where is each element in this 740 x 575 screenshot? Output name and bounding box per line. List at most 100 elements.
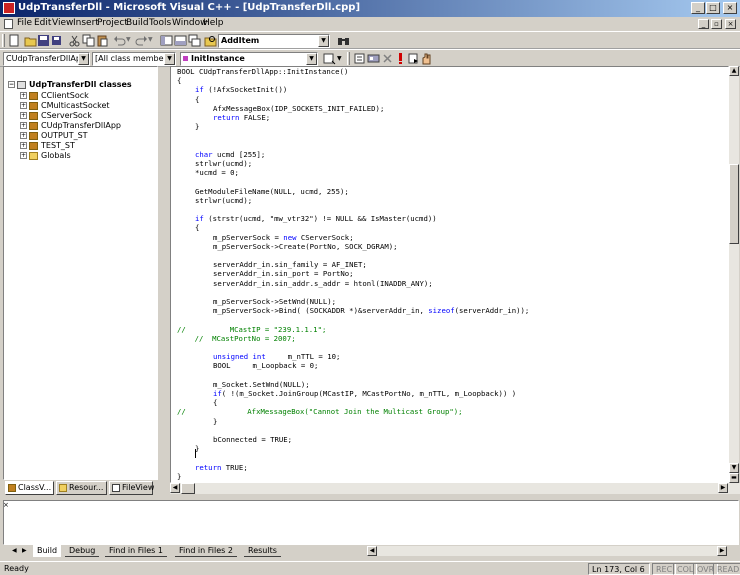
wizard-bar: CUdpTransferDllApp ▼ [All class members]… — [0, 49, 740, 67]
code-line: if (strstr(ucmd, "mw_vtr32") != NULL && … — [195, 214, 437, 224]
undo-dropdown-icon[interactable]: ▼ — [126, 36, 131, 43]
menu-insert[interactable]: Insert — [73, 18, 99, 28]
scroll-right-icon[interactable]: ▶ — [718, 483, 728, 493]
expand-icon[interactable]: + — [20, 112, 27, 119]
open-folder-icon[interactable] — [24, 34, 37, 47]
menu-help[interactable]: Help — [203, 18, 224, 28]
tree-item-label: TEST_ST — [41, 141, 75, 150]
scroll-thumb[interactable] — [729, 164, 739, 244]
tree-root[interactable]: − UdpTransferDll classes — [8, 79, 132, 90]
scroll-down-icon[interactable]: ▼ — [729, 463, 739, 473]
toolbar-grip[interactable] — [347, 52, 350, 65]
struct-icon — [29, 141, 38, 150]
execute-icon[interactable] — [394, 52, 407, 65]
split-icon[interactable]: ▬ — [729, 473, 739, 483]
build-icon[interactable] — [367, 52, 380, 65]
tab-classview[interactable]: ClassV... — [5, 481, 54, 495]
tree-item-label: CUdpTransferDllApp — [41, 121, 121, 130]
method-icon — [183, 56, 188, 61]
tab-results[interactable]: Results — [244, 545, 281, 557]
tree-item-label: CMulticastSocket — [41, 101, 110, 110]
output-close-icon[interactable]: × — [3, 501, 9, 509]
mdi-restore-button[interactable]: ▫ — [711, 19, 722, 29]
tab-debug[interactable]: Debug — [65, 545, 100, 557]
new-file-icon[interactable] — [8, 34, 21, 47]
expand-icon[interactable]: + — [20, 152, 27, 159]
menu-edit[interactable]: Edit — [34, 18, 51, 28]
chevron-down-icon[interactable]: ▼ — [306, 53, 317, 65]
scroll-left-icon[interactable]: ◀ — [367, 546, 377, 556]
collapse-icon[interactable]: − — [8, 81, 15, 88]
wizard-dropdown-icon[interactable]: ▼ — [337, 55, 342, 62]
close-button[interactable]: × — [723, 2, 737, 14]
tree-item-label: Globals — [41, 151, 71, 160]
workspace-icon[interactable] — [160, 34, 173, 47]
go-icon[interactable] — [407, 52, 420, 65]
binoculars-icon[interactable] — [337, 34, 350, 47]
menu-project[interactable]: Project — [97, 18, 128, 28]
code-line: BOOL m_Loopback = 0; — [213, 361, 319, 371]
redo-icon[interactable] — [135, 34, 148, 47]
output-window[interactable]: × — [3, 500, 739, 545]
chevron-down-icon[interactable]: ▼ — [78, 53, 89, 65]
class-combo[interactable]: CUdpTransferDllApp ▼ — [3, 52, 90, 66]
expand-icon[interactable]: + — [20, 132, 27, 139]
menu-file[interactable]: File — [17, 18, 32, 28]
code-line: AfxMessageBox(IDP_SOCKETS_INIT_FAILED); — [213, 103, 385, 113]
tab-scroll-right-icon[interactable]: ▶ — [22, 547, 27, 554]
stop-build-icon[interactable] — [381, 52, 394, 65]
paste-icon[interactable] — [96, 34, 109, 47]
copy-icon[interactable] — [82, 34, 95, 47]
code-line: { — [213, 398, 218, 408]
expand-icon[interactable]: + — [20, 142, 27, 149]
redo-dropdown-icon[interactable]: ▼ — [148, 36, 153, 43]
tab-build[interactable]: Build — [33, 545, 62, 557]
find-in-files-icon[interactable] — [204, 34, 217, 47]
scroll-left-icon[interactable]: ◀ — [170, 483, 180, 493]
mdi-close-button[interactable]: × — [725, 19, 736, 29]
code-line: char ucmd [255]; — [195, 149, 266, 159]
toolbar-grip[interactable] — [2, 34, 5, 47]
menu-view[interactable]: View — [52, 18, 73, 28]
code-editor[interactable]: BOOL CUdpTransferDllApp::InitInstance(){… — [170, 66, 729, 483]
scroll-thumb[interactable] — [181, 483, 195, 494]
editor-vertical-scrollbar[interactable]: ▲ ▼ ▬ — [729, 66, 739, 483]
tree-item-globals[interactable]: + Globals — [20, 150, 71, 161]
code-line: // MCastPortNo = 2007; — [177, 333, 296, 343]
scroll-up-icon[interactable]: ▲ — [729, 66, 739, 76]
filter-combo[interactable]: [All class members] ▼ — [92, 52, 176, 66]
tab-resourceview[interactable]: Resour... — [56, 481, 107, 495]
code-line: { — [177, 76, 182, 86]
chevron-down-icon[interactable]: ▼ — [164, 53, 175, 65]
expand-icon[interactable]: + — [20, 122, 27, 129]
find-combo[interactable]: AddItem ▼ — [218, 34, 330, 48]
maximize-button[interactable]: □ — [706, 2, 720, 14]
save-icon[interactable] — [37, 34, 50, 47]
editor-horizontal-scrollbar[interactable]: ◀ ▶ — [170, 483, 740, 494]
tab-fileview[interactable]: FileView — [109, 481, 154, 495]
tab-find-in-files-2[interactable]: Find in Files 2 — [175, 545, 237, 557]
code-line: return TRUE; — [195, 462, 248, 472]
tab-scroll-left-icon[interactable]: ◀ — [12, 547, 17, 554]
menu-tools[interactable]: Tools — [149, 18, 171, 28]
output-window-icon[interactable] — [174, 34, 187, 47]
expand-icon[interactable]: + — [20, 102, 27, 109]
member-combo[interactable]: InitInstance ▼ — [180, 52, 318, 66]
chevron-down-icon[interactable]: ▼ — [318, 35, 329, 47]
app-icon[interactable] — [3, 2, 15, 14]
save-all-icon[interactable] — [50, 34, 63, 47]
compile-icon[interactable] — [353, 52, 366, 65]
scroll-right-icon[interactable]: ▶ — [717, 546, 727, 556]
minimize-button[interactable]: _ — [691, 2, 705, 14]
mdi-minimize-button[interactable]: _ — [698, 19, 709, 29]
wizard-action-icon[interactable] — [323, 52, 336, 65]
breakpoint-hand-icon[interactable] — [420, 52, 433, 65]
output-horizontal-scrollbar[interactable]: ◀ ▶ — [367, 546, 727, 556]
undo-icon[interactable] — [113, 34, 126, 47]
cut-icon[interactable] — [68, 34, 81, 47]
menu-build[interactable]: Build — [126, 18, 149, 28]
window-list-icon[interactable] — [188, 34, 201, 47]
expand-icon[interactable]: + — [20, 92, 27, 99]
document-icon[interactable] — [4, 19, 13, 29]
tab-find-in-files-1[interactable]: Find in Files 1 — [105, 545, 167, 557]
